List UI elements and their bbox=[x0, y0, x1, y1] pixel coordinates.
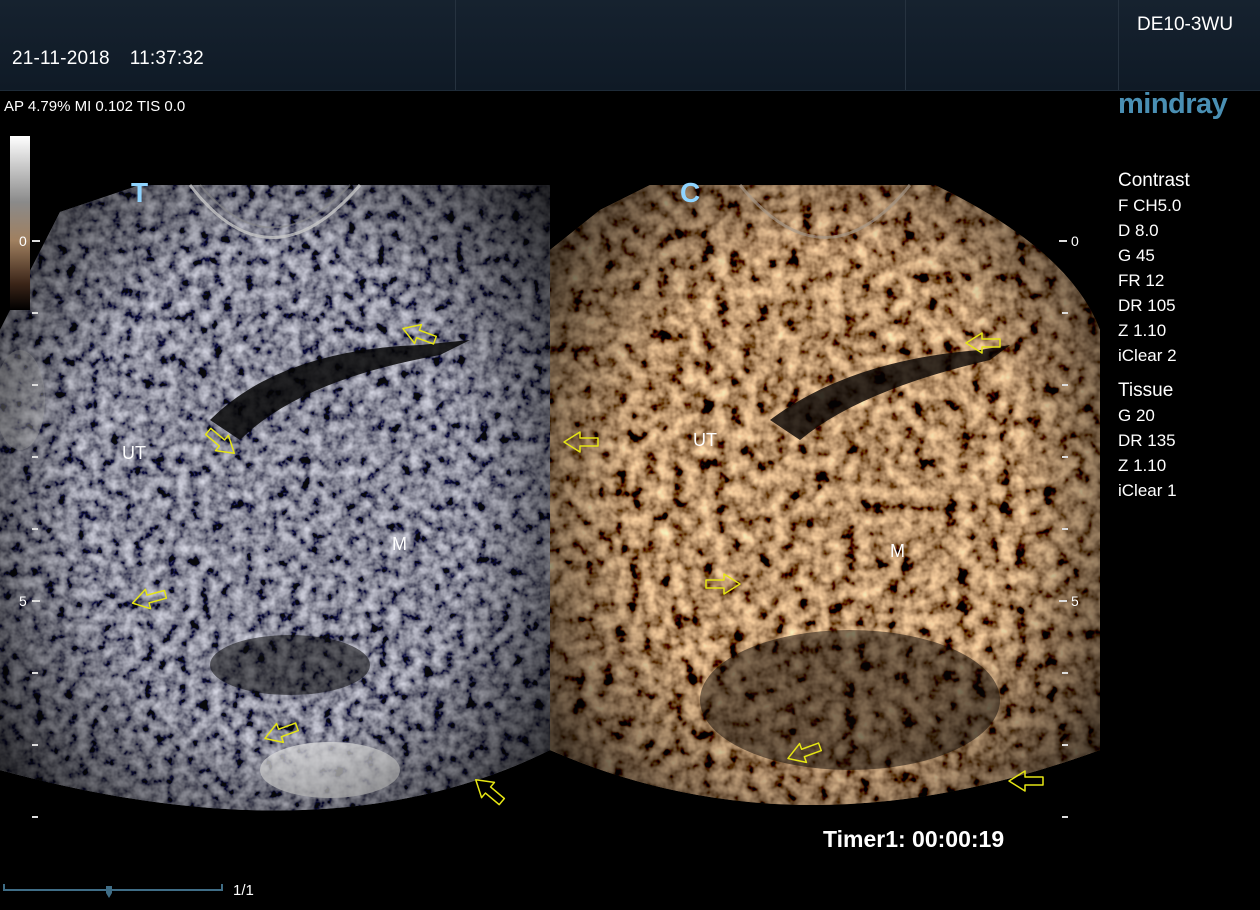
ultrasound-images bbox=[0, 184, 1100, 818]
contrast-param: DR 105 bbox=[1118, 296, 1176, 315]
depth-label-mid-left: 5 bbox=[19, 593, 27, 609]
contrast-mode-label: C bbox=[680, 177, 701, 208]
contrast-param: G 45 bbox=[1118, 246, 1155, 265]
frame-counter: 1/1 bbox=[233, 882, 254, 899]
cine-slider-track[interactable] bbox=[3, 884, 223, 891]
tissue-param: G 20 bbox=[1118, 406, 1155, 425]
uterus-label-right: UT bbox=[693, 430, 717, 450]
tissue-param: DR 135 bbox=[1118, 431, 1176, 450]
grayscale-map-bar bbox=[10, 136, 30, 310]
imaging-parameters: Contrast F CH5.0 D 8.0 G 45 FR 12 DR 105… bbox=[1118, 168, 1190, 503]
depth-label-top-right: 0 bbox=[1071, 233, 1079, 249]
cine-slider-thumb[interactable] bbox=[105, 885, 113, 899]
depth-label-mid-right: 5 bbox=[1071, 593, 1079, 609]
tissue-image bbox=[0, 185, 550, 811]
contrast-param: D 8.0 bbox=[1118, 221, 1159, 240]
mass-label-right: M bbox=[890, 541, 905, 561]
contrast-timer: Timer1: 00:00:19 bbox=[823, 826, 1005, 852]
tissue-heading: Tissue bbox=[1118, 380, 1174, 401]
contrast-param: Z 1.10 bbox=[1118, 321, 1167, 340]
uterus-label-left: UT bbox=[122, 443, 146, 463]
tissue-mode-label: T bbox=[131, 177, 149, 208]
contrast-heading: Contrast bbox=[1118, 170, 1190, 191]
tissue-param: Z 1.10 bbox=[1118, 456, 1167, 475]
contrast-param: F CH5.0 bbox=[1118, 196, 1182, 215]
depth-label-top-left: 0 bbox=[19, 233, 27, 249]
mass-label-left: M bbox=[392, 534, 407, 554]
tissue-param: iClear 1 bbox=[1118, 481, 1177, 500]
contrast-param: FR 12 bbox=[1118, 271, 1165, 290]
contrast-image bbox=[550, 185, 1100, 805]
contrast-param: iClear 2 bbox=[1118, 346, 1177, 365]
